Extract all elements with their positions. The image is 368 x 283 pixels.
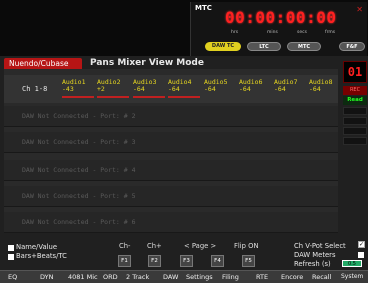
menu-item-dyn[interactable]: DYN — [40, 273, 53, 281]
automation-slot[interactable] — [343, 137, 367, 145]
port-status: DAW Not Connected - Port: # 5 — [22, 192, 136, 200]
rec-button[interactable]: REC — [343, 86, 367, 95]
menu-item-encore[interactable]: Encore — [281, 273, 303, 281]
daw-meters-checkbox[interactable] — [358, 252, 364, 258]
refresh-input[interactable]: 0.5 — [342, 260, 362, 267]
f2-key[interactable]: F2 — [148, 255, 161, 267]
port-row: DAW Not Connected - Port: # 4 — [4, 160, 338, 181]
bars-beats-checkbox[interactable] — [8, 254, 14, 260]
channel-underline — [97, 96, 129, 98]
menu-item-2-track[interactable]: 2 Track — [126, 273, 149, 281]
menu-item-eq[interactable]: EQ — [8, 273, 17, 281]
channel-strip[interactable]: Audio5 -64 — [204, 79, 240, 93]
channel-strip[interactable]: Audio2 +2 — [97, 79, 133, 98]
unit-secs: secs — [297, 30, 307, 35]
name-value-checkbox[interactable] — [8, 245, 14, 251]
channel-number-display: 01 — [343, 61, 367, 83]
menu-item-4081-mic[interactable]: 4081 Mic — [68, 273, 98, 281]
ltc-button[interactable]: LTC — [247, 42, 281, 51]
unit-frms: frms — [325, 30, 336, 35]
screen: MTC ✕ 00:00:00:00 hrs mins secs frms DAW… — [0, 0, 368, 283]
f3-key[interactable]: F3 — [180, 255, 193, 267]
channel-pan-value: -64 — [133, 85, 145, 93]
mtc-label: MTC — [195, 4, 212, 12]
port-status: DAW Not Connected - Port: # 2 — [22, 112, 136, 120]
menu-item-system[interactable]: System — [341, 273, 363, 280]
vpot-select-label: Ch V-Pot Select — [294, 242, 346, 250]
channel-range-label: Ch 1-8 — [22, 85, 48, 93]
timecode-display: 00:00:00:00 — [225, 8, 337, 27]
port-row: DAW Not Connected - Port: # 6 — [4, 212, 338, 233]
bars-beats-label: Bars+Beats/TC — [16, 252, 67, 260]
channel-pan-value: -43 — [62, 85, 74, 93]
channel-strip[interactable]: Audio6 -64 — [239, 79, 275, 93]
menu-item-filing[interactable]: Filing — [222, 273, 239, 281]
unit-hrs: hrs — [231, 30, 239, 35]
channel-pan-value: -64 — [309, 85, 321, 93]
ch-plus-label: Ch+ — [147, 242, 162, 250]
daw-tab[interactable]: Nuendo/Cubase — [4, 58, 82, 69]
automation-slot[interactable] — [343, 127, 367, 135]
port-row: DAW Not Connected - Port: # 3 — [4, 132, 338, 153]
channel-pan-value: -64 — [204, 85, 216, 93]
channel-pan-value: -64 — [168, 85, 180, 93]
channel-pan-value: +2 — [97, 85, 105, 93]
vpot-select-checkbox[interactable]: ✓ — [358, 241, 365, 248]
channel-underline — [62, 96, 94, 98]
daw-meters-label: DAW Meters — [294, 251, 336, 259]
timecode-panel: MTC ✕ 00:00:00:00 hrs mins secs frms DAW… — [190, 2, 367, 56]
channel-strip[interactable]: Audio4 -64 — [168, 79, 204, 98]
page-title: Pans Mixer View Mode — [90, 58, 204, 68]
port-row: DAW Not Connected - Port: # 5 — [4, 186, 338, 207]
automation-slot[interactable] — [343, 117, 367, 125]
ff-button[interactable]: F&F — [339, 42, 365, 51]
port-status: DAW Not Connected - Port: # 6 — [22, 218, 136, 226]
daw-tc-button[interactable]: DAW TC — [205, 42, 241, 51]
channel-pan-value: -64 — [239, 85, 251, 93]
menu-item-settings[interactable]: Settings — [186, 273, 213, 281]
refresh-label: Refresh (s) — [294, 260, 331, 268]
read-button[interactable]: Read — [343, 96, 367, 105]
menu-item-ord[interactable]: ORD — [103, 273, 118, 281]
f5-key[interactable]: F5 — [242, 255, 255, 267]
unit-mins: mins — [267, 30, 278, 35]
ch-minus-label: Ch- — [119, 242, 131, 250]
name-value-label: Name/Value — [16, 243, 58, 251]
channel-underline — [168, 96, 200, 98]
timecode-units: hrs mins secs frms — [191, 30, 367, 38]
f1-key[interactable]: F1 — [118, 255, 131, 267]
channel-strip[interactable]: Audio1 -43 — [62, 79, 98, 98]
port-status: DAW Not Connected - Port: # 3 — [22, 138, 136, 146]
f4-key[interactable]: F4 — [211, 255, 224, 267]
channel-pan-value: -64 — [274, 85, 286, 93]
port-row: DAW Not Connected - Port: # 2 — [4, 106, 338, 127]
port-status: DAW Not Connected - Port: # 4 — [22, 166, 136, 174]
bottom-menu-bar: EQ DYN 4081 Mic ORD 2 Track DAW Settings… — [0, 270, 368, 283]
channel-strip[interactable]: Audio8 -64 — [309, 79, 345, 93]
menu-item-recall[interactable]: Recall — [312, 273, 331, 281]
automation-slot[interactable] — [343, 107, 367, 115]
mtc-button[interactable]: MTC — [287, 42, 321, 51]
channel-strip[interactable]: Audio3 -64 — [133, 79, 169, 98]
page-label: < Page > — [184, 242, 217, 250]
close-icon[interactable]: ✕ — [356, 5, 363, 14]
channel-strip[interactable]: Audio7 -64 — [274, 79, 310, 93]
channel-underline — [133, 96, 165, 98]
flip-label: Flip ON — [234, 242, 259, 250]
menu-item-rte[interactable]: RTE — [256, 273, 268, 281]
menu-item-daw[interactable]: DAW — [163, 273, 178, 281]
